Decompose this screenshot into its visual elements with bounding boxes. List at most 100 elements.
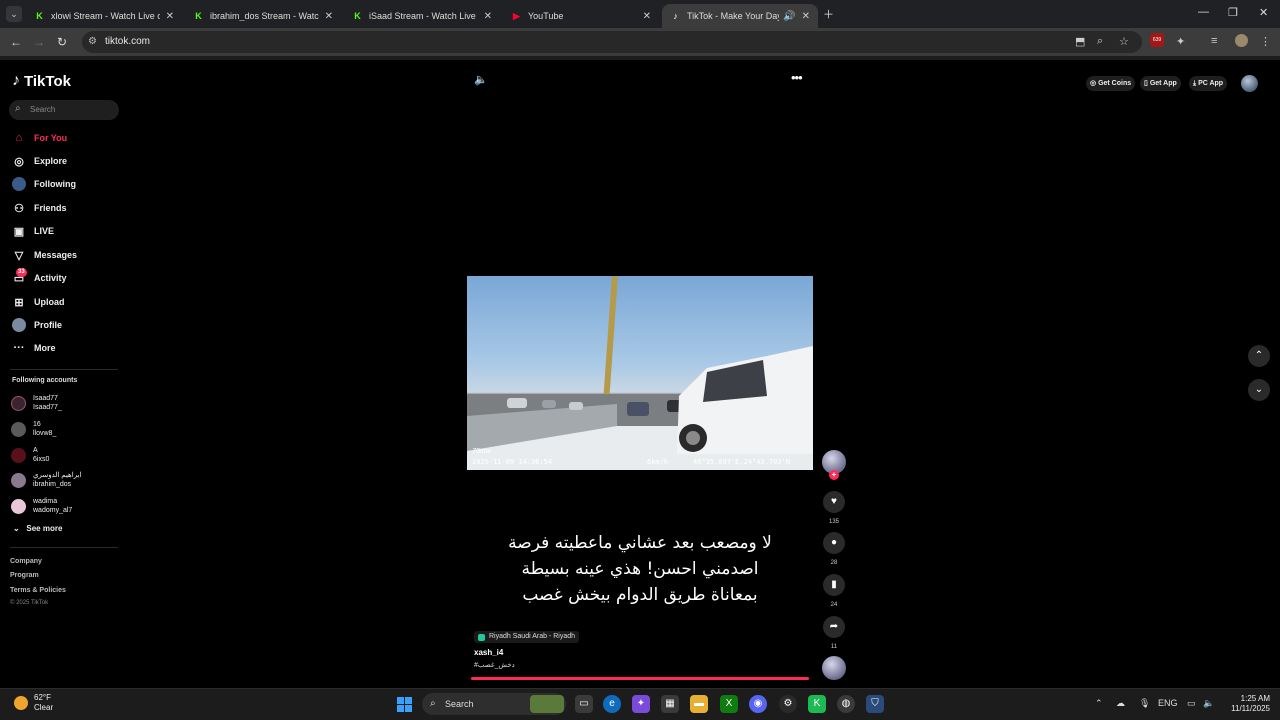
- tiktok-logo[interactable]: ♪ TikTok: [12, 72, 71, 90]
- browser-tab-active[interactable]: ♪ TikTok - Make Your Day 🔊 ✕: [662, 4, 818, 28]
- download-icon: ⤓: [1193, 80, 1197, 87]
- network-icon[interactable]: ▭: [1187, 698, 1196, 709]
- security-shield-icon[interactable]: ⛉: [866, 695, 884, 713]
- window-close-icon[interactable]: ✕: [1259, 6, 1268, 19]
- video-player[interactable]: 70mai 2025-11-09 14:36:54 6km/h 46°35.89…: [467, 276, 813, 470]
- hashtag-link[interactable]: #دخش_غصب: [474, 661, 515, 669]
- save-button[interactable]: ▮: [823, 574, 845, 596]
- new-tab-icon[interactable]: ＋: [823, 6, 834, 22]
- volume-tray-icon[interactable]: 🔈: [1203, 698, 1214, 709]
- following-accounts-title: Following accounts: [12, 377, 78, 384]
- zoom-icon[interactable]: ⌕: [1097, 35, 1103, 48]
- following-account[interactable]: Isaad77 Isaad77_: [11, 394, 62, 412]
- nav-friends[interactable]: ⚇ Friends: [12, 199, 66, 217]
- nav-explore[interactable]: ◎ Explore: [12, 152, 67, 170]
- following-account[interactable]: ابراهيم الدوسري ibrahim_dos: [11, 471, 81, 489]
- location-tag[interactable]: Riyadh Saudi Arab - Riyadh: [474, 631, 579, 643]
- maximize-icon[interactable]: ❐: [1228, 6, 1238, 19]
- search-highlight-icon: [530, 695, 564, 713]
- extension-icon[interactable]: 639: [1150, 33, 1164, 47]
- like-button[interactable]: ♥: [823, 491, 845, 513]
- nav-messages[interactable]: ▽ Messages: [12, 246, 77, 264]
- like-count: 135: [828, 519, 839, 525]
- task-view-icon[interactable]: ▭: [575, 695, 593, 713]
- close-tab-icon[interactable]: ✕: [325, 11, 333, 22]
- discord-icon[interactable]: ◉: [749, 695, 767, 713]
- video-progress-bar[interactable]: [471, 677, 809, 680]
- following-account[interactable]: 16 llovw8_: [11, 420, 56, 438]
- media-control-icon[interactable]: ≡: [1211, 35, 1217, 47]
- search-input[interactable]: ⌕ Search: [9, 100, 119, 120]
- video-progress-fill: [471, 677, 809, 680]
- comment-button[interactable]: ●: [823, 532, 845, 554]
- nav-profile[interactable]: Profile: [12, 316, 62, 334]
- file-explorer-icon[interactable]: ▬: [690, 695, 708, 713]
- minimize-icon[interactable]: —: [1198, 6, 1209, 18]
- reload-icon[interactable]: ↻: [57, 35, 67, 49]
- chrome-icon[interactable]: ◍: [837, 695, 855, 713]
- bookmark-star-icon[interactable]: ☆: [1119, 35, 1129, 48]
- install-app-icon[interactable]: ⬒: [1075, 35, 1085, 48]
- following-avatar-icon: [12, 177, 26, 191]
- footer-program-link[interactable]: Program: [10, 572, 39, 579]
- sidebar-divider: [10, 547, 118, 548]
- site-info-icon[interactable]: ⚙: [88, 36, 97, 47]
- next-video-button[interactable]: ⌄: [1248, 379, 1270, 401]
- coin-icon: ◎: [1090, 80, 1097, 87]
- nav-for-you[interactable]: ⌂ For You: [12, 129, 68, 147]
- author-handle[interactable]: xash_i4: [474, 648, 503, 657]
- tab-audio-icon[interactable]: 🔊: [783, 11, 795, 22]
- weather-widget[interactable]: 62°F Clear: [14, 693, 53, 713]
- sound-disc-avatar[interactable]: [822, 656, 846, 680]
- user-avatar[interactable]: [1241, 75, 1258, 92]
- pc-app-button[interactable]: ⤓ PC App: [1189, 76, 1228, 91]
- footer-terms-link[interactable]: Terms & Policies: [10, 587, 66, 594]
- browser-tab[interactable]: K xlowi Stream - Watch Live on Ki ✕: [26, 4, 182, 28]
- get-app-button[interactable]: ▯ Get App: [1140, 76, 1181, 91]
- steam-icon[interactable]: ⚙: [779, 695, 797, 713]
- back-icon[interactable]: ←: [10, 35, 22, 49]
- kick-app-icon[interactable]: K: [808, 695, 826, 713]
- tray-overflow-icon[interactable]: ⌃: [1095, 698, 1103, 709]
- following-account[interactable]: wadima wadomy_al7: [11, 497, 72, 515]
- close-tab-icon[interactable]: ✕: [802, 11, 810, 22]
- close-tab-icon[interactable]: ✕: [166, 11, 174, 22]
- save-count: 24: [830, 602, 838, 608]
- onedrive-icon[interactable]: ☁: [1116, 698, 1125, 709]
- following-account[interactable]: A 6ixs0: [11, 446, 49, 464]
- xbox-icon[interactable]: X: [720, 695, 738, 713]
- nav-upload[interactable]: ⊞ Upload: [12, 293, 64, 311]
- browser-tab[interactable]: ▶ YouTube ✕: [503, 4, 659, 28]
- forward-icon[interactable]: →: [33, 35, 45, 49]
- nav-following[interactable]: Following: [12, 175, 76, 193]
- system-clock[interactable]: 1:25 AM 11/11/2025: [1222, 694, 1270, 714]
- more-options-icon[interactable]: •••: [791, 70, 803, 85]
- share-button[interactable]: ➦: [823, 616, 845, 638]
- get-coins-button[interactable]: ◎ Get Coins: [1086, 76, 1136, 91]
- microphone-icon[interactable]: 🎙: [1139, 698, 1150, 709]
- browser-tab[interactable]: K ibrahim_dos Stream - Watch Liv ✕: [185, 4, 341, 28]
- edge-icon[interactable]: e: [603, 695, 621, 713]
- previous-video-button[interactable]: ⌃: [1248, 345, 1270, 367]
- avatar: [11, 395, 26, 411]
- close-tab-icon[interactable]: ✕: [484, 11, 492, 22]
- store-icon[interactable]: ▦: [661, 695, 679, 713]
- follow-plus-icon[interactable]: +: [829, 470, 839, 480]
- dashcam-timestamp: 2025-11-09 14:36:54: [472, 458, 553, 466]
- browser-tab[interactable]: K iSaad Stream - Watch Live on Ki ✕: [344, 4, 500, 28]
- chrome-menu-icon[interactable]: ⋮: [1260, 35, 1271, 48]
- address-bar[interactable]: ⚙ tiktok.com: [82, 31, 1142, 53]
- extensions-puzzle-icon[interactable]: ✦: [1176, 35, 1185, 48]
- tab-list-button[interactable]: ⌄: [6, 6, 22, 22]
- nav-more[interactable]: ··· More: [12, 339, 56, 357]
- send-icon: ▽: [14, 249, 24, 262]
- footer-company-link[interactable]: Company: [10, 558, 42, 565]
- nav-live[interactable]: ▣ LIVE: [12, 222, 54, 240]
- profile-avatar-icon[interactable]: [1235, 34, 1248, 47]
- volume-icon[interactable]: 🔈: [474, 73, 488, 86]
- input-language[interactable]: ENG: [1158, 698, 1178, 708]
- see-more-button[interactable]: ⌄ See more: [13, 524, 62, 533]
- start-button[interactable]: [397, 697, 412, 712]
- copilot-icon[interactable]: ✦: [632, 695, 650, 713]
- close-tab-icon[interactable]: ✕: [643, 11, 651, 22]
